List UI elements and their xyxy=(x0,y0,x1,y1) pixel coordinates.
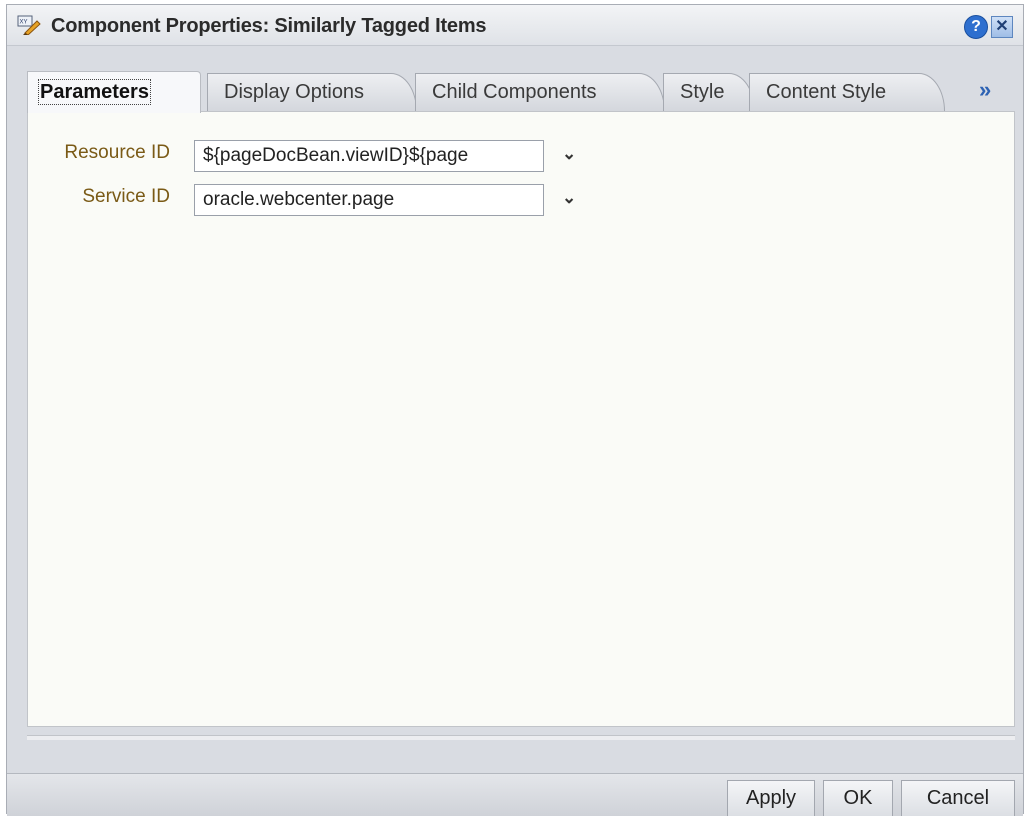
edit-properties-icon: XY xyxy=(17,15,41,35)
close-button[interactable]: ✕ xyxy=(991,16,1013,38)
tab-label: Child Components xyxy=(432,81,597,103)
tab-label: Display Options xyxy=(224,81,365,103)
help-button[interactable]: ? xyxy=(964,15,988,39)
service-id-label: Service ID xyxy=(82,186,170,207)
resource-id-dropdown-icon[interactable]: ⌄ xyxy=(562,144,576,164)
tab-parameters[interactable]: Parameters xyxy=(27,71,201,113)
resource-id-input[interactable]: ${pageDocBean.viewID}${page xyxy=(194,140,544,172)
tab-style[interactable]: Style xyxy=(663,73,755,111)
svg-text:XY: XY xyxy=(20,20,28,26)
tab-bar: Parameters Display Options Child Compone… xyxy=(7,45,1023,113)
cancel-button[interactable]: Cancel xyxy=(901,780,1015,816)
service-id-input[interactable]: oracle.webcenter.page xyxy=(194,184,544,216)
panel-divider xyxy=(27,735,1015,740)
more-tabs-button[interactable]: » xyxy=(979,77,991,103)
ok-button[interactable]: OK xyxy=(823,780,893,816)
resource-id-label: Resource ID xyxy=(64,142,170,163)
component-properties-dialog: XY Component Properties: Similarly Tagge… xyxy=(6,4,1024,816)
tab-content-style[interactable]: Content Style xyxy=(749,73,945,111)
title-bar: XY Component Properties: Similarly Tagge… xyxy=(7,5,1023,46)
apply-button[interactable]: Apply xyxy=(727,780,815,816)
tab-label: Style xyxy=(680,81,725,103)
tab-label: Content Style xyxy=(766,81,887,103)
service-id-dropdown-icon[interactable]: ⌄ xyxy=(562,188,576,208)
parameters-panel: Resource ID ${pageDocBean.viewID}${page … xyxy=(27,111,1015,727)
dialog-title: Component Properties: Similarly Tagged I… xyxy=(51,15,487,37)
tab-child-components[interactable]: Child Components xyxy=(415,73,665,111)
dialog-footer: Apply OK Cancel xyxy=(7,773,1023,816)
tab-display-options[interactable]: Display Options xyxy=(207,73,417,111)
tab-label: Parameters xyxy=(38,79,151,105)
